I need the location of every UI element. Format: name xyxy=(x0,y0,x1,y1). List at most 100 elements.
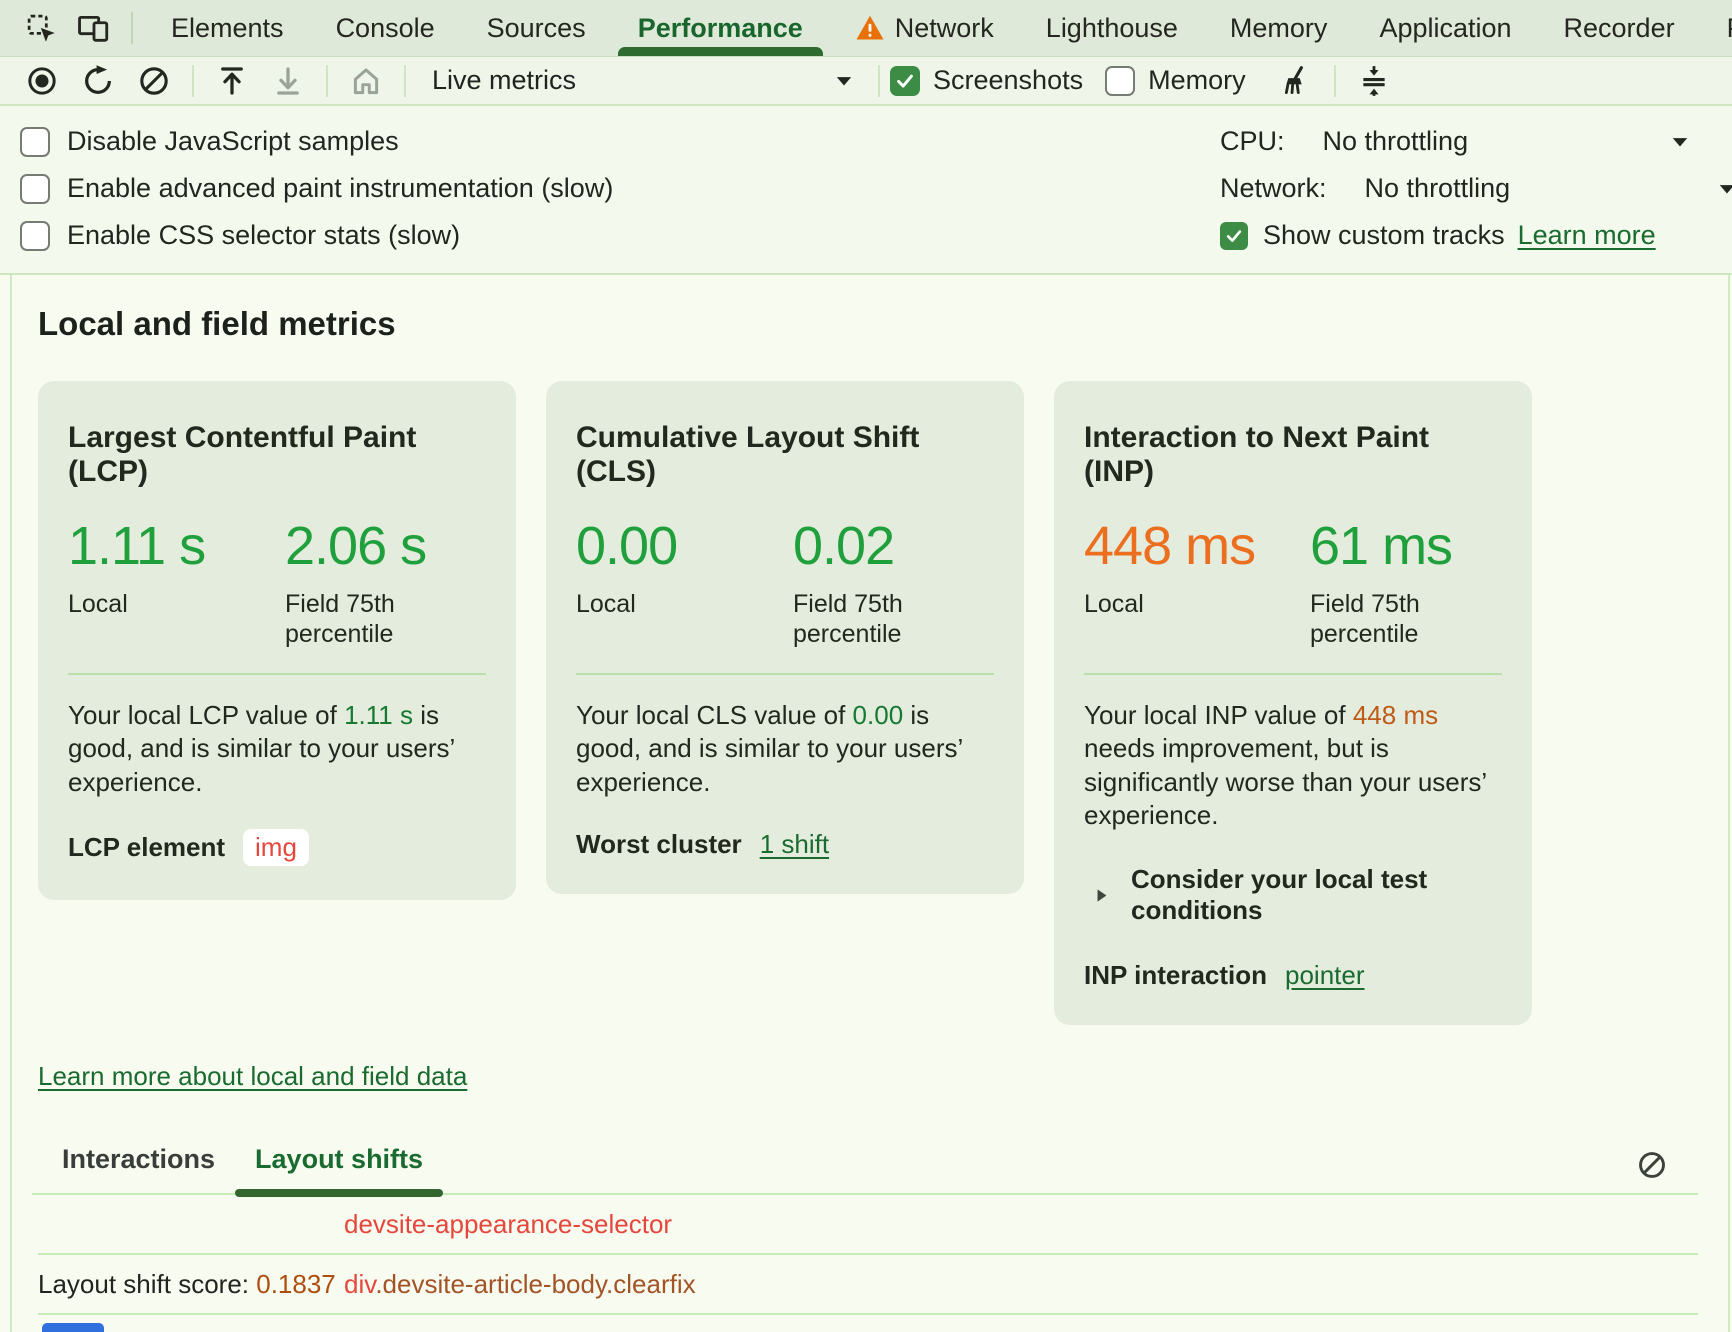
shift-element-link[interactable]: devsite-search xyxy=(344,1329,513,1332)
layout-shifts-log: devsite-appearance-selector Layout shift… xyxy=(12,1195,1728,1332)
checkmark-icon xyxy=(894,70,916,92)
performance-toolbar: Live metrics Screenshots Memory xyxy=(0,57,1732,106)
memory-checkbox[interactable] xyxy=(1105,66,1135,96)
card-divider xyxy=(576,673,994,675)
collapse-panel-button[interactable] xyxy=(1346,64,1402,98)
inspect-element-button[interactable] xyxy=(16,0,67,56)
toolbar-divider xyxy=(192,65,194,97)
tab-sources[interactable]: Sources xyxy=(461,0,612,56)
field-label: Field 75th percentile xyxy=(793,589,968,649)
shift-score: 0.1837 xyxy=(256,1269,336,1299)
tab-memory[interactable]: Memory xyxy=(1204,0,1354,56)
devtools-tabbar: Elements Console Sources Performance Net… xyxy=(0,0,1732,57)
page-title: Local and field metrics xyxy=(38,305,1728,343)
tab-privacy-sandbox[interactable]: Privacy Sandbox xyxy=(1701,0,1732,56)
shift-element-link[interactable]: div.devsite-article-body.clearfix xyxy=(344,1269,696,1300)
cpu-throttling-row: CPU: No throttling xyxy=(1220,118,1732,165)
toolbar-divider xyxy=(1334,65,1336,97)
reload-icon xyxy=(81,64,115,98)
show-custom-tracks-checkbox[interactable] xyxy=(1220,222,1248,250)
screenshots-label: Screenshots xyxy=(933,65,1083,96)
home-icon xyxy=(349,64,383,98)
css-selector-stats-label: Enable CSS selector stats (slow) xyxy=(67,220,460,251)
tab-lighthouse[interactable]: Lighthouse xyxy=(1020,0,1204,56)
cls-card-title: Cumulative Layout Shift (CLS) xyxy=(576,421,994,489)
record-and-reload-button[interactable] xyxy=(70,64,126,98)
tab-recorder[interactable]: Recorder xyxy=(1538,0,1701,56)
worst-cluster-link[interactable]: 1 shift xyxy=(760,829,829,860)
screenshots-checkbox[interactable] xyxy=(890,66,920,96)
record-button[interactable] xyxy=(14,64,70,98)
network-throttling-select[interactable]: No throttling xyxy=(1365,173,1511,204)
network-throttling-row: Network: No throttling xyxy=(1220,165,1732,212)
tab-console[interactable]: Console xyxy=(310,0,461,56)
clear-log-button[interactable] xyxy=(1636,1149,1668,1181)
load-profile-button[interactable] xyxy=(204,64,260,98)
clear-button[interactable] xyxy=(126,64,182,98)
tab-layout-shifts[interactable]: Layout shifts xyxy=(235,1144,443,1193)
shift-row: devsite-appearance-selector xyxy=(12,1195,1728,1253)
block-icon xyxy=(1636,1149,1668,1181)
local-label: Local xyxy=(68,589,243,619)
inp-field-value: 61 ms xyxy=(1310,515,1485,577)
field-label: Field 75th percentile xyxy=(1310,589,1485,649)
shift-row: Layout shift score: 0.0027 devsite-searc… xyxy=(12,1315,1728,1332)
inp-card-title: Interaction to Next Paint (INP) xyxy=(1084,421,1502,489)
css-selector-stats-checkbox[interactable] xyxy=(20,221,50,251)
disable-js-samples-label: Disable JavaScript samples xyxy=(67,126,399,157)
toolbar-divider xyxy=(404,65,406,97)
show-custom-tracks-label: Show custom tracks xyxy=(1263,220,1505,251)
shift-row: Layout shift score: 0.1837 div.devsite-a… xyxy=(12,1255,1728,1313)
advanced-paint-label: Enable advanced paint instrumentation (s… xyxy=(67,173,613,204)
custom-tracks-row: Show custom tracks Learn more xyxy=(1220,212,1732,259)
inp-description: Your local INP value of 448 ms needs imp… xyxy=(1084,699,1502,832)
local-test-conditions-disclosure[interactable]: Consider your local test conditions xyxy=(1084,864,1502,926)
capture-settings-left: Disable JavaScript samples Enable advanc… xyxy=(0,118,613,259)
collect-garbage-button[interactable] xyxy=(1268,64,1324,98)
local-label: Local xyxy=(1084,589,1259,619)
tab-network[interactable]: Network xyxy=(829,0,1020,56)
focused-row-indicator xyxy=(42,1323,104,1332)
live-metrics-home-button[interactable] xyxy=(338,64,394,98)
throttling-settings: CPU: No throttling Network: No throttlin… xyxy=(1220,118,1732,259)
tab-interactions[interactable]: Interactions xyxy=(42,1144,235,1193)
upload-icon xyxy=(215,64,249,98)
save-profile-button[interactable] xyxy=(260,64,316,98)
block-icon xyxy=(137,64,171,98)
lcp-local-value: 1.11 s xyxy=(68,515,285,577)
advanced-paint-checkbox[interactable] xyxy=(20,174,50,204)
inp-interaction-link[interactable]: pointer xyxy=(1285,960,1365,991)
field-data-learn-more-link[interactable]: Learn more about local and field data xyxy=(38,1061,467,1092)
cls-field-value: 0.02 xyxy=(793,515,968,577)
card-divider xyxy=(68,673,486,675)
shift-element-link[interactable]: devsite-appearance-selector xyxy=(344,1209,672,1240)
warning-triangle-icon xyxy=(855,13,885,43)
disable-js-samples-checkbox[interactable] xyxy=(20,127,50,157)
record-icon xyxy=(25,64,59,98)
cls-local-value: 0.00 xyxy=(576,515,793,577)
worst-cluster-label: Worst cluster xyxy=(576,829,742,860)
dropdown-caret-icon xyxy=(1715,177,1732,201)
cls-description: Your local CLS value of 0.00 is good, an… xyxy=(576,699,994,799)
lcp-card: Largest Contentful Paint (LCP) 1.11 s Lo… xyxy=(38,381,516,900)
tab-application[interactable]: Application xyxy=(1353,0,1537,56)
lcp-description: Your local LCP value of 1.11 s is good, … xyxy=(68,699,486,799)
disclosure-triangle-icon xyxy=(1092,886,1111,905)
device-toolbar-button[interactable] xyxy=(67,0,119,56)
device-toolbar-icon xyxy=(76,11,110,45)
lcp-card-title: Largest Contentful Paint (LCP) xyxy=(68,421,486,489)
live-metrics-view: Local and field metrics Largest Contentf… xyxy=(10,275,1730,1332)
inspect-cursor-icon xyxy=(25,12,58,45)
tab-performance[interactable]: Performance xyxy=(612,0,829,56)
inp-interaction-label: INP interaction xyxy=(1084,960,1267,991)
lcp-element-label: LCP element xyxy=(68,832,225,863)
dropdown-caret-icon xyxy=(832,69,856,93)
lcp-element-link[interactable]: img xyxy=(243,829,309,866)
card-divider xyxy=(1084,673,1502,675)
capture-settings: Disable JavaScript samples Enable advanc… xyxy=(0,106,1732,275)
network-label: Network: xyxy=(1220,173,1327,204)
custom-tracks-learn-more-link[interactable]: Learn more xyxy=(1518,220,1656,251)
tab-elements[interactable]: Elements xyxy=(145,0,310,56)
history-select[interactable]: Live metrics xyxy=(416,65,868,96)
cpu-throttling-select[interactable]: No throttling xyxy=(1323,126,1469,157)
